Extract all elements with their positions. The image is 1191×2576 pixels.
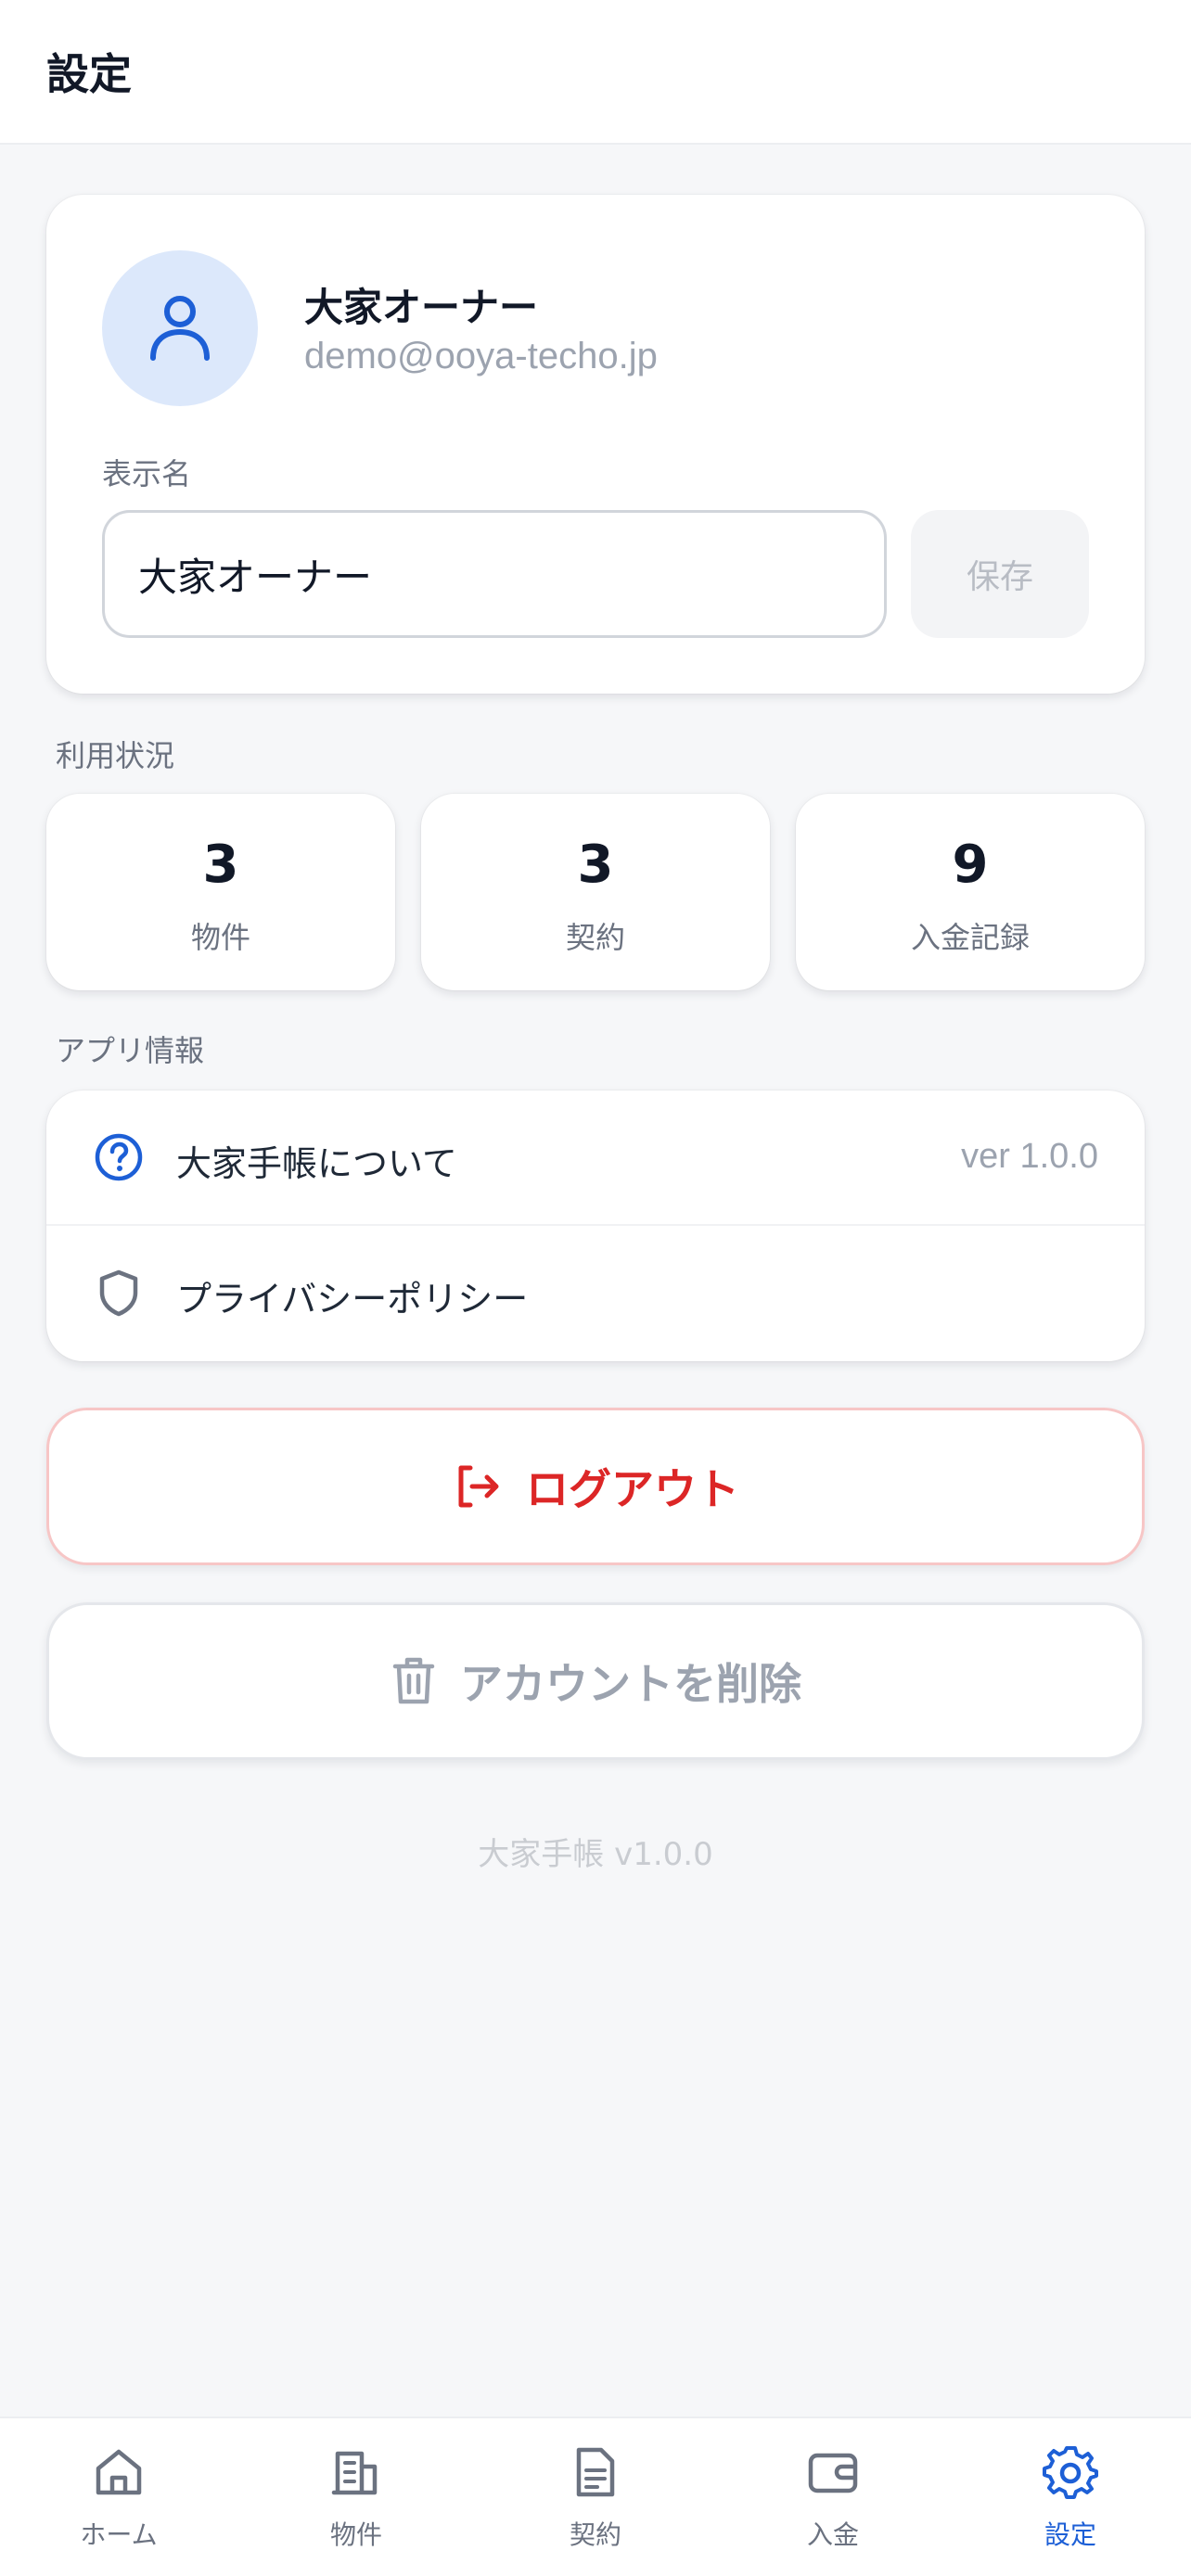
home-icon: [96, 2449, 142, 2495]
tab-contracts[interactable]: 契約: [477, 2418, 714, 2576]
page-title: 設定: [46, 49, 132, 99]
tab-label: 設定: [1044, 2519, 1096, 2550]
user-icon: [150, 296, 210, 361]
tab-properties[interactable]: 物件: [237, 2418, 475, 2576]
stat-value: 3: [202, 835, 239, 895]
logout-label: ログアウト: [526, 1464, 739, 1514]
trash-icon: [392, 1657, 435, 1704]
footer-version: 大家手帳 v1.0.0: [478, 1836, 713, 1873]
shield-icon: [99, 1269, 138, 1317]
stat-properties: 3 物件: [46, 794, 395, 990]
stat-label: 入金記録: [910, 920, 1030, 955]
wallet-icon: [808, 2453, 858, 2493]
stat-value: 9: [952, 835, 989, 895]
stat-label: 契約: [565, 920, 625, 955]
delete-account-label: アカウントを削除: [460, 1659, 801, 1709]
save-button[interactable]: 保存: [911, 510, 1089, 638]
app-info-card: 大家手帳について ver 1.0.0 プライバシーポリシー: [46, 1090, 1145, 1361]
profile-name: 大家オーナー: [304, 285, 539, 330]
display-name-input[interactable]: [102, 510, 887, 638]
tab-label: 物件: [329, 2519, 382, 2550]
stat-label: 物件: [190, 920, 250, 955]
display-name-label: 表示名: [102, 456, 192, 491]
tab-payments[interactable]: 入金: [714, 2418, 952, 2576]
app-info-section-label: アプリ情報: [56, 1033, 205, 1068]
privacy-policy-label: プライバシーポリシー: [176, 1279, 529, 1320]
tab-label: ホーム: [80, 2519, 158, 2550]
gear-icon: [1043, 2446, 1098, 2499]
tab-home[interactable]: ホーム: [0, 2418, 237, 2576]
stat-value: 3: [577, 835, 614, 895]
logout-icon: [458, 1465, 499, 1508]
tab-label: 入金: [806, 2519, 859, 2550]
profile-card: 大家オーナー demo@ooya-techo.jp 表示名 保存: [46, 195, 1145, 694]
about-row[interactable]: 大家手帳について ver 1.0.0: [46, 1090, 1145, 1226]
tab-label: 契約: [569, 2519, 621, 2550]
question-circle-icon: [95, 1133, 143, 1181]
stat-contracts: 3 契約: [421, 794, 770, 990]
delete-account-button[interactable]: アカウントを削除: [46, 1602, 1145, 1760]
app-header: 設定: [0, 0, 1191, 145]
version-label: ver 1.0.0: [961, 1137, 1098, 1176]
about-label: 大家手帳について: [176, 1143, 457, 1184]
logout-button[interactable]: ログアウト: [46, 1408, 1145, 1565]
avatar: [102, 250, 258, 406]
profile-email: demo@ooya-techo.jp: [304, 336, 658, 376]
stat-payments: 9 入金記録: [796, 794, 1145, 990]
tab-settings[interactable]: 設定: [952, 2418, 1189, 2576]
building-icon: [331, 2451, 378, 2495]
usage-section-label: 利用状況: [56, 738, 175, 773]
tab-bar: ホーム 物件 契約 入金 設定: [0, 2417, 1191, 2576]
privacy-policy-row[interactable]: プライバシーポリシー: [46, 1226, 1145, 1361]
document-icon: [576, 2447, 615, 2497]
